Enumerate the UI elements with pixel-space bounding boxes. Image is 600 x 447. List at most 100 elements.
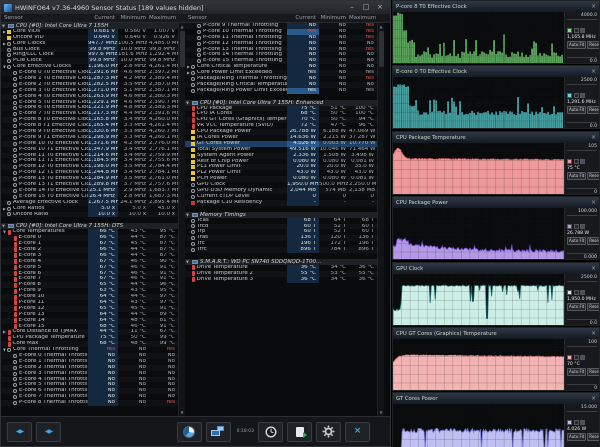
clock-icon bbox=[191, 219, 195, 223]
scrollbar-right[interactable]: ▲ ▼ bbox=[377, 23, 384, 416]
close-icon[interactable]: × bbox=[591, 199, 596, 206]
temp-icon bbox=[14, 295, 17, 300]
column-header-maximum[interactable]: Maximum bbox=[149, 15, 178, 21]
graph-panel[interactable]: CPU Package Power×100.00026.788 WAuto Fi… bbox=[392, 196, 600, 260]
window-titlebar[interactable]: HWiNFO64 v7.36-4960 Sensor Status [189 v… bbox=[1, 1, 390, 14]
clock-icon bbox=[197, 42, 201, 46]
report-button[interactable] bbox=[287, 422, 312, 442]
graph-panel[interactable]: GT Cores Power×15.0004.026 WAuto FitRese… bbox=[392, 392, 600, 447]
scrollbar-thumb[interactable] bbox=[180, 31, 185, 67]
close-icon[interactable]: × bbox=[591, 395, 596, 402]
scrollbar-left[interactable]: ▲ ▼ bbox=[178, 23, 185, 416]
sensor-row[interactable]: Drive Temperature 336 °C34 °C36 °C bbox=[185, 277, 377, 283]
temp-icon bbox=[192, 112, 195, 117]
sensor-row[interactable]: Package/Ring Power Limit ExceededYesNoYe… bbox=[185, 88, 377, 94]
series-color-swatch[interactable] bbox=[567, 224, 572, 229]
grid-color-swatch[interactable] bbox=[580, 28, 585, 33]
close-sensors-button[interactable]: × bbox=[345, 422, 370, 442]
clock-icon bbox=[7, 48, 11, 52]
background-color-swatch[interactable] bbox=[574, 28, 579, 33]
grid-color-swatch[interactable] bbox=[580, 93, 585, 98]
maximize-button[interactable]: □ bbox=[359, 2, 373, 13]
reset-button[interactable]: Reset bbox=[587, 303, 599, 311]
graph-titlebar[interactable]: P-core 8 T0 Effective Clock× bbox=[393, 1, 599, 12]
auto-fit-button[interactable]: Auto Fit bbox=[567, 41, 586, 49]
clock-icon bbox=[13, 195, 17, 199]
close-icon[interactable]: × bbox=[591, 68, 596, 75]
reset-button[interactable]: Reset bbox=[587, 106, 599, 114]
column-header-current[interactable]: Current bbox=[88, 15, 118, 21]
scroll-up-icon[interactable]: ▲ bbox=[379, 24, 382, 29]
grid-color-swatch[interactable] bbox=[580, 159, 585, 164]
scroll-down-icon[interactable]: ▼ bbox=[379, 410, 382, 415]
swap-panels-button[interactable]: ◀▶ bbox=[36, 422, 61, 442]
clock-icon bbox=[7, 201, 11, 205]
column-header-maximum[interactable]: Maximum bbox=[349, 15, 377, 21]
sensor-row[interactable]: Package C10 Residency--- bbox=[185, 200, 377, 206]
graph-titlebar[interactable]: CPU GT Cores (Graphics) Temperature× bbox=[393, 328, 599, 339]
grid-color-swatch[interactable] bbox=[580, 355, 585, 360]
column-header-sensor[interactable]: Sensor bbox=[1, 15, 88, 21]
auto-fit-button[interactable]: Auto Fit bbox=[567, 172, 586, 180]
reset-button[interactable]: Reset bbox=[587, 41, 599, 49]
pie-chart-icon bbox=[183, 426, 195, 438]
background-color-swatch[interactable] bbox=[574, 224, 579, 229]
graph-panel[interactable]: CPU Package Temperature×10575 °CAuto Fit… bbox=[392, 131, 600, 195]
remote-monitoring-button[interactable] bbox=[206, 422, 231, 442]
scroll-down-icon[interactable]: ▼ bbox=[180, 410, 183, 415]
reset-button[interactable]: Reset bbox=[587, 368, 599, 376]
grid-color-swatch[interactable] bbox=[580, 420, 585, 425]
close-icon[interactable]: × bbox=[591, 3, 596, 10]
scroll-up-icon[interactable]: ▲ bbox=[180, 24, 183, 29]
reset-button[interactable]: Reset bbox=[587, 172, 599, 180]
series-color-swatch[interactable] bbox=[567, 159, 572, 164]
clock-button[interactable] bbox=[258, 422, 283, 442]
close-icon[interactable]: × bbox=[591, 134, 596, 141]
grid-color-swatch[interactable] bbox=[580, 224, 585, 229]
grid-color-swatch[interactable] bbox=[580, 290, 585, 295]
background-color-swatch[interactable] bbox=[574, 355, 579, 360]
column-header-minimum[interactable]: Minimum bbox=[118, 15, 149, 21]
series-color-swatch[interactable] bbox=[567, 93, 572, 98]
column-header-current[interactable]: Current bbox=[287, 15, 319, 21]
auto-fit-button[interactable]: Auto Fit bbox=[567, 303, 586, 311]
close-icon[interactable]: × bbox=[591, 330, 596, 337]
graph-titlebar[interactable]: CPU Package Temperature× bbox=[393, 132, 599, 143]
background-color-swatch[interactable] bbox=[574, 420, 579, 425]
scrollbar-thumb[interactable] bbox=[379, 31, 384, 67]
auto-fit-button[interactable]: Auto Fit bbox=[567, 237, 586, 245]
graph-titlebar[interactable]: E-core 0 T0 Effective Clock× bbox=[393, 66, 599, 77]
graph-panel[interactable]: P-core 8 T0 Effective Clock×4000.01,165.… bbox=[392, 0, 600, 64]
series-color-swatch[interactable] bbox=[567, 28, 572, 33]
background-color-swatch[interactable] bbox=[574, 93, 579, 98]
sensor-row[interactable]: Uncore Ratio10.0 x10.0 x10.0 x bbox=[1, 212, 178, 218]
minimize-button[interactable]: – bbox=[345, 2, 359, 13]
series-color-swatch[interactable] bbox=[567, 290, 572, 295]
reset-button[interactable]: Reset bbox=[587, 433, 599, 441]
graph-titlebar[interactable]: GPU Clock× bbox=[393, 263, 599, 274]
background-color-swatch[interactable] bbox=[574, 159, 579, 164]
auto-fit-button[interactable]: Auto Fit bbox=[567, 106, 586, 114]
graph-titlebar[interactable]: CPU Package Power× bbox=[393, 197, 599, 208]
close-button[interactable]: × bbox=[373, 2, 387, 13]
maximum-value: Yes bbox=[349, 88, 377, 94]
background-color-swatch[interactable] bbox=[574, 290, 579, 295]
column-header-minimum[interactable]: Minimum bbox=[319, 15, 349, 21]
graph-panel[interactable]: E-core 0 T0 Effective Clock×2500.01,291.… bbox=[392, 65, 600, 129]
series-color-swatch[interactable] bbox=[567, 355, 572, 360]
sensor-row[interactable]: Trfc896 T784 T896 T bbox=[185, 247, 377, 253]
graph-panel[interactable]: GPU Clock×2500.01,950.0 MHzAuto FitReset… bbox=[392, 262, 600, 326]
pie-summary-button[interactable] bbox=[177, 422, 202, 442]
graph-titlebar[interactable]: GT Cores Power× bbox=[393, 393, 599, 404]
settings-button[interactable] bbox=[316, 422, 341, 442]
column-header-sensor[interactable]: Sensor bbox=[185, 15, 287, 21]
swap-columns-button[interactable]: ◀▶ bbox=[7, 422, 32, 442]
close-icon[interactable]: × bbox=[591, 265, 596, 272]
series-color-swatch[interactable] bbox=[567, 420, 572, 425]
sensor-row[interactable]: P-core 8 Thermal ThrottlingNoNoYes bbox=[1, 400, 178, 406]
reset-button[interactable]: Reset bbox=[587, 237, 599, 245]
graph-panel[interactable]: CPU GT Cores (Graphics) Temperature×1007… bbox=[392, 327, 600, 391]
auto-fit-button[interactable]: Auto Fit bbox=[567, 368, 586, 376]
auto-fit-button[interactable]: Auto Fit bbox=[567, 433, 586, 441]
graph-sidebar: 2500.01,291.6 MHzAuto FitReset0.0 bbox=[564, 77, 599, 129]
